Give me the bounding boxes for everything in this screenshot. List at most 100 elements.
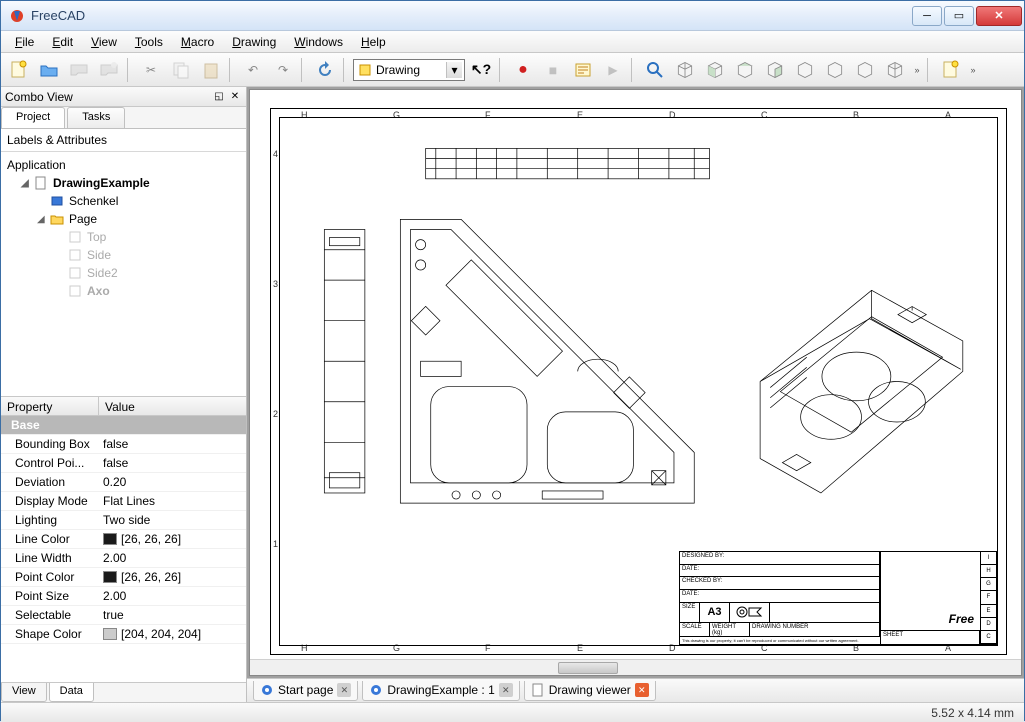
view-bottom-button[interactable] [821,56,849,84]
combo-view-panel: Combo View ◱ ✕ Project Tasks Labels & At… [1,87,247,702]
toolbar-overflow-button[interactable]: » [911,65,923,75]
drawing-page: HGFEDCBA 4321 HGFEDCBA [270,108,1007,655]
property-row[interactable]: Line Width2.00 [1,549,246,568]
property-row[interactable]: Deviation0.20 [1,473,246,492]
tab-project[interactable]: Project [1,107,65,128]
tree-item-side[interactable]: Side [3,246,244,264]
panel-close-button[interactable]: ✕ [228,90,242,104]
redo-button[interactable]: ↷ [269,56,297,84]
status-coords: 5.52 x 4.14 mm [931,706,1014,720]
labels-attributes-header: Labels & Attributes [1,129,246,152]
tree-item-page[interactable]: ◢ Page [3,210,244,228]
property-row[interactable]: Bounding Boxfalse [1,435,246,454]
combo-view-title: Combo View [5,90,73,104]
part-icon [49,194,65,208]
stop-macro-button[interactable]: ■ [539,56,567,84]
new-file-button[interactable] [5,56,33,84]
property-bottom-tabs: View Data [1,682,246,702]
window-maximize-button[interactable]: ▭ [944,6,974,26]
canvas-area: HGFEDCBA 4321 HGFEDCBA [247,87,1024,702]
tab-data[interactable]: Data [49,683,94,702]
workbench-label: Drawing [376,63,420,77]
property-row[interactable]: Point Size2.00 [1,587,246,606]
page-icon [531,683,545,697]
property-row[interactable]: Line Color[26, 26, 26] [1,530,246,549]
view-front-button[interactable] [701,56,729,84]
saveas-button[interactable] [95,56,123,84]
drawing-canvas[interactable]: HGFEDCBA 4321 HGFEDCBA [249,89,1022,676]
property-row[interactable]: Point Color[26, 26, 26] [1,568,246,587]
property-row[interactable]: Display ModeFlat Lines [1,492,246,511]
tab-close-icon[interactable]: ✕ [337,683,351,697]
view-left-button[interactable] [851,56,879,84]
title-block: DESIGNED BY: DATE: CHECKED BY: DATE: SIZ… [679,551,997,645]
property-row[interactable]: Selectabletrue [1,606,246,625]
workbench-selector[interactable]: Drawing ▾ [353,59,465,81]
menu-tools[interactable]: Tools [127,33,171,51]
property-row[interactable]: Shape Color[204, 204, 204] [1,625,246,644]
property-row[interactable]: LightingTwo side [1,511,246,530]
new-drawing-page-button[interactable] [937,56,965,84]
property-header: Property Value [1,396,246,416]
tab-tasks[interactable]: Tasks [67,107,125,128]
menu-help[interactable]: Help [353,33,394,51]
copy-button[interactable] [167,56,195,84]
tree-item-top[interactable]: Top [3,228,244,246]
tree-document[interactable]: ◢ DrawingExample [3,174,244,192]
open-file-button[interactable] [35,56,63,84]
model-tree[interactable]: Application ◢ DrawingExample Schenkel ◢ … [1,152,246,396]
tree-item-side2[interactable]: Side2 [3,264,244,282]
window-title: FreeCAD [31,8,910,23]
gear-icon [369,683,383,697]
panel-undock-button[interactable]: ◱ [212,90,226,104]
refresh-button[interactable] [311,56,339,84]
menu-drawing[interactable]: Drawing [224,33,284,51]
undo-button[interactable]: ↶ [239,56,267,84]
tab-close-icon[interactable]: ✕ [499,683,513,697]
folder-icon [49,212,65,226]
save-button[interactable] [65,56,93,84]
run-macro-button[interactable]: ▶ [599,56,627,84]
app-icon [9,8,25,24]
menu-bar: File Edit View Tools Macro Drawing Windo… [1,31,1024,53]
tree-item-schenkel[interactable]: Schenkel [3,192,244,210]
macros-button[interactable] [569,56,597,84]
whatsthis-button[interactable]: ↖? [467,56,495,84]
paste-button[interactable] [197,56,225,84]
cut-button[interactable]: ✂ [137,56,165,84]
property-col-value: Value [99,397,141,415]
combo-tabs: Project Tasks [1,107,246,129]
window-close-button[interactable]: ✕ [976,6,1022,26]
view-iso-button[interactable] [671,56,699,84]
view-top-button[interactable] [731,56,759,84]
combo-view-header: Combo View ◱ ✕ [1,87,246,107]
document-icon [33,176,49,190]
menu-windows[interactable]: Windows [286,33,351,51]
menu-edit[interactable]: Edit [44,33,81,51]
tab-view[interactable]: View [1,683,47,702]
record-macro-button[interactable]: ● [509,56,537,84]
menu-macro[interactable]: Macro [173,33,222,51]
doctab-drawingexample[interactable]: DrawingExample : 1 ✕ [362,681,519,701]
view-right-button[interactable] [761,56,789,84]
doctab-drawing-viewer[interactable]: Drawing viewer ✕ [524,681,656,701]
tab-close-icon[interactable]: ✕ [635,683,649,697]
zoom-fit-button[interactable] [641,56,669,84]
view-rear-button[interactable] [791,56,819,84]
status-bar: 5.52 x 4.14 mm [1,702,1024,722]
toolbar-overflow2-button[interactable]: » [967,65,979,75]
property-col-property: Property [1,397,99,415]
horizontal-scrollbar[interactable] [250,659,1021,675]
property-table[interactable]: Base Bounding BoxfalseControl Poi...fals… [1,416,246,682]
document-tabs: Start page ✕ DrawingExample : 1 ✕ Drawin… [247,678,1024,702]
window-minimize-button[interactable]: ─ [912,6,942,26]
menu-view[interactable]: View [83,33,125,51]
menu-file[interactable]: File [7,33,42,51]
doctab-start-page[interactable]: Start page ✕ [253,681,358,701]
property-row[interactable]: Control Poi...false [1,454,246,473]
property-group-base: Base [1,416,246,435]
tree-item-axo[interactable]: Axo [3,282,244,300]
view-axo2-button[interactable] [881,56,909,84]
tree-root[interactable]: Application [3,156,244,174]
main-toolbar: ✂ ↶ ↷ Drawing ▾ ↖? ● ■ ▶ » » [1,53,1024,87]
